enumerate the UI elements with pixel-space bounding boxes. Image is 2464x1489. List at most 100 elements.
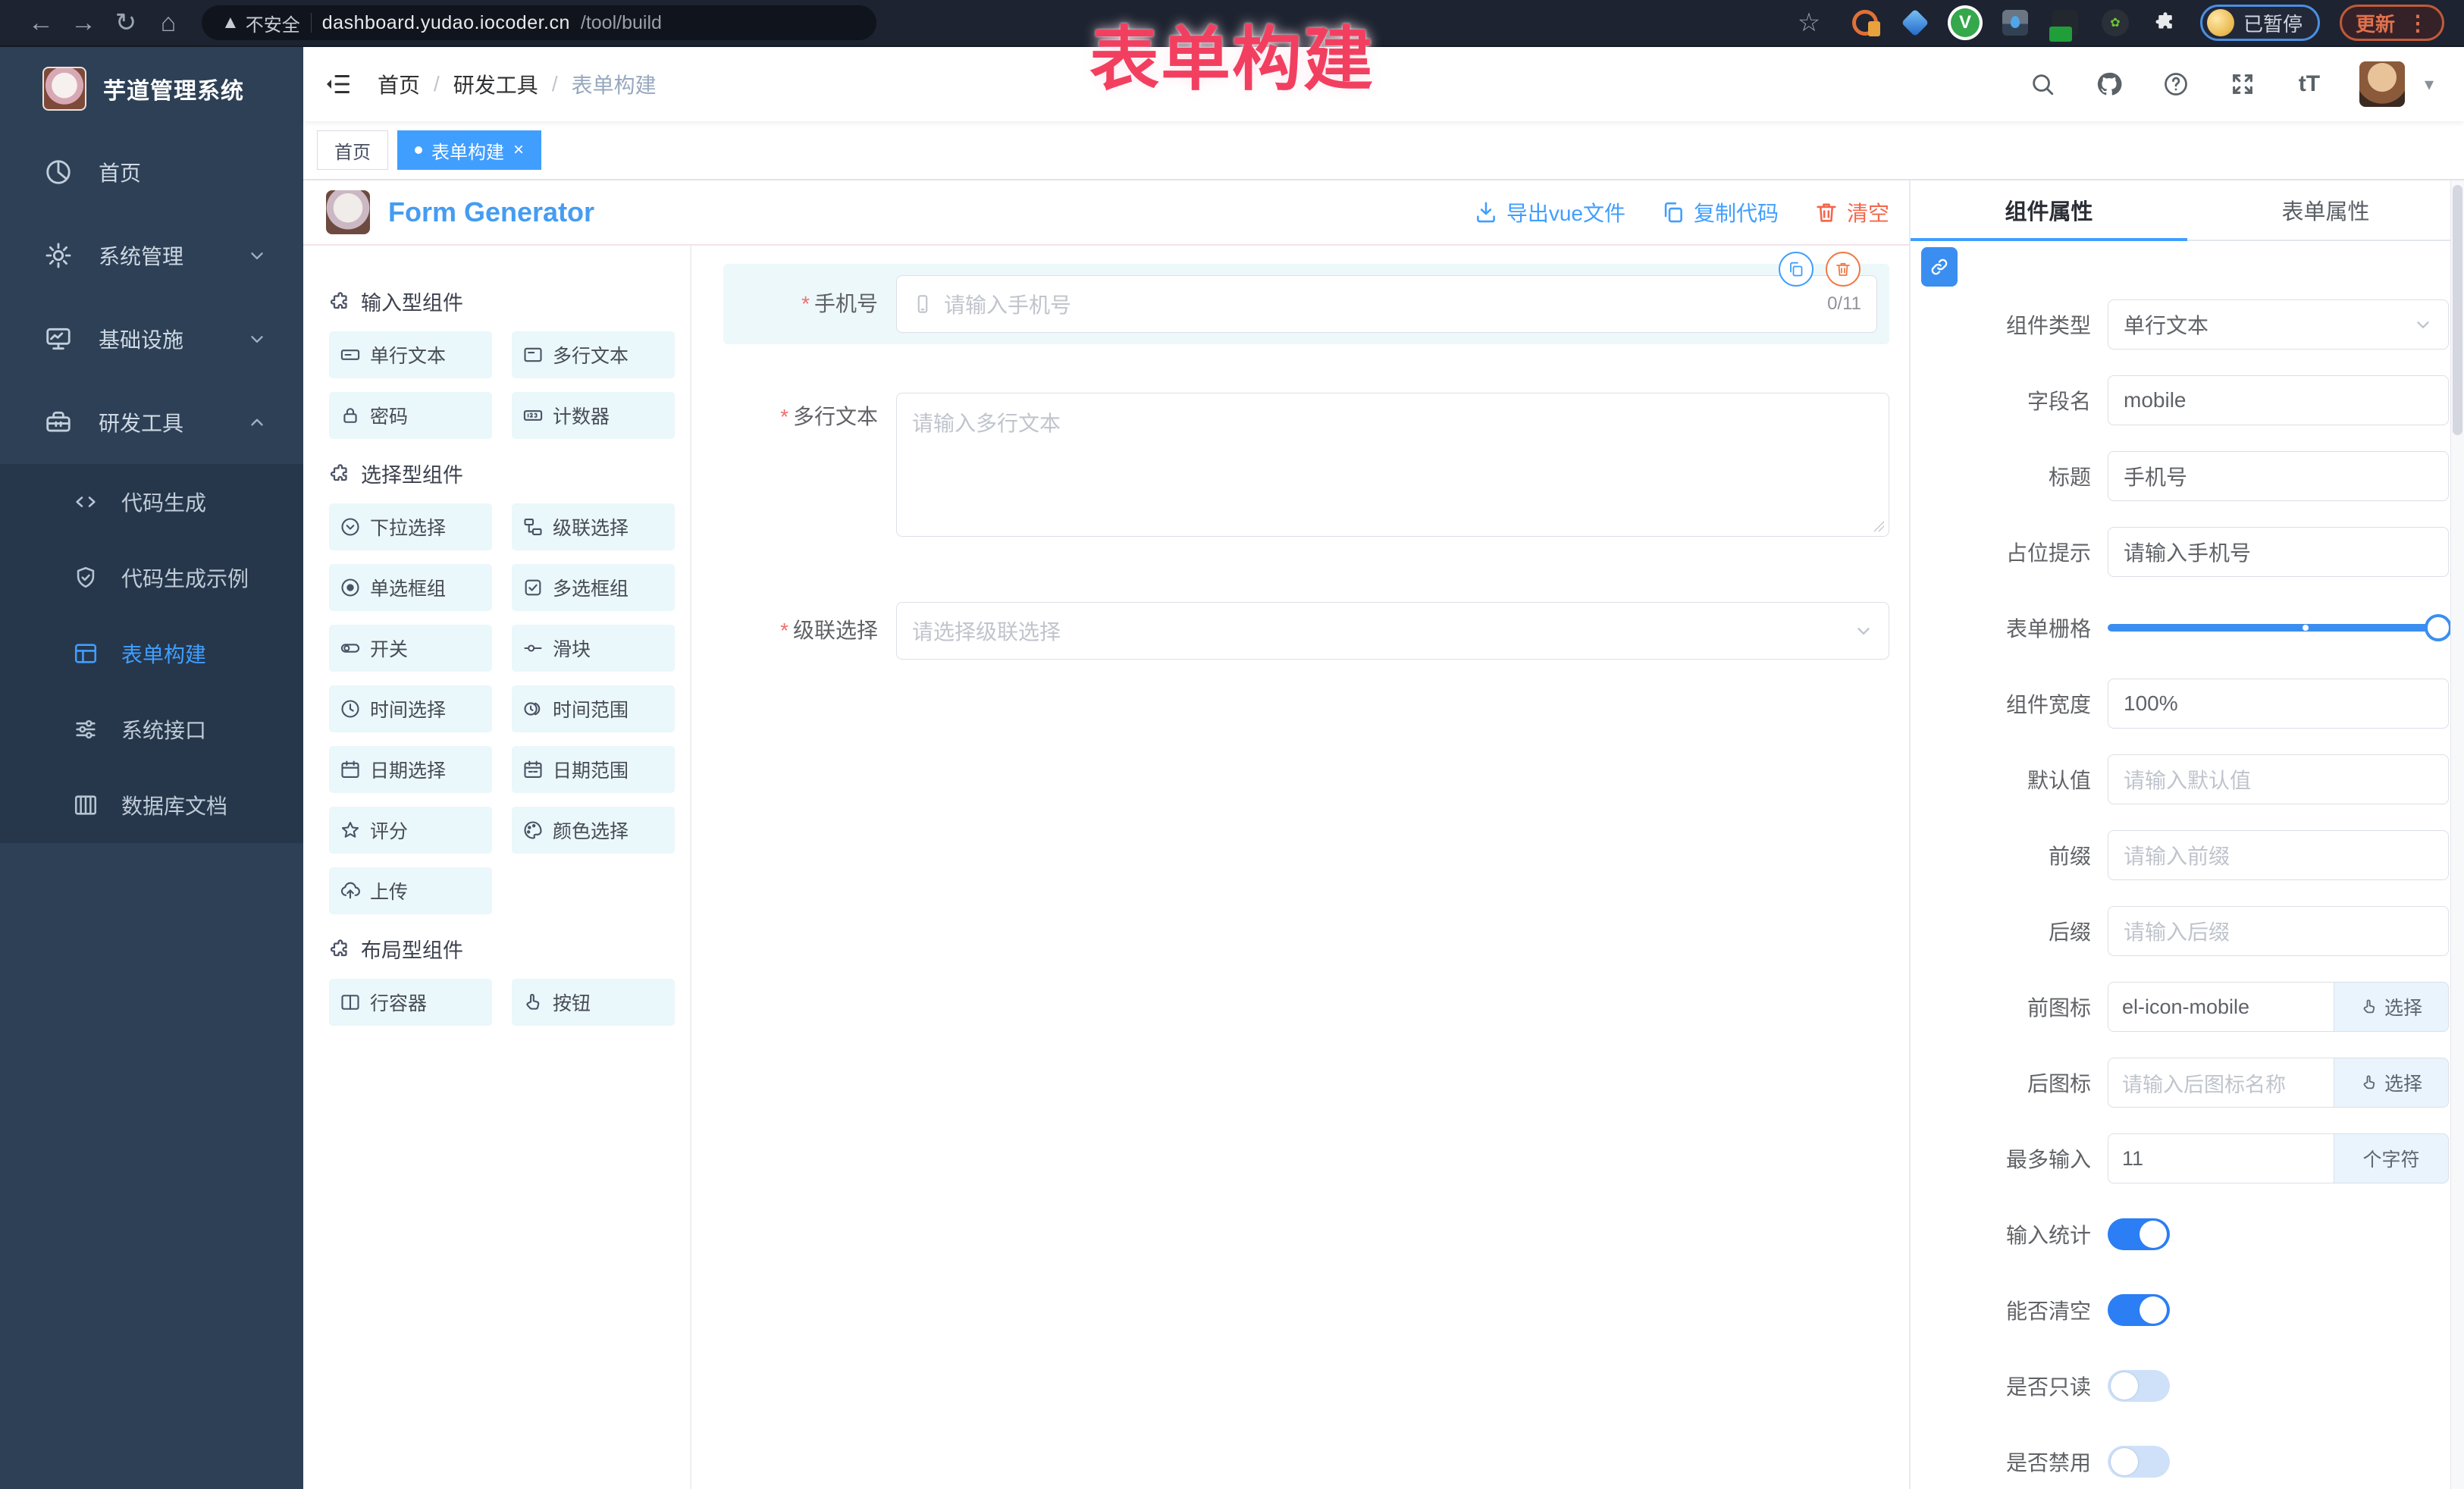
component-chip-下拉选择[interactable]: 下拉选择 [329,503,492,550]
component-section-label: 选择型组件 [361,459,463,488]
property-input[interactable]: 请输入前缀 [2108,830,2449,880]
bookmark-star-icon[interactable]: ☆ [1788,5,1830,41]
scrollbar[interactable] [2450,180,2464,1489]
component-type-select[interactable]: 单行文本 [2108,299,2449,350]
component-chip-日期范围[interactable]: 日期范围 [512,746,675,793]
tab-form-props[interactable]: 表单属性 [2187,180,2464,240]
textarea-input[interactable]: 请输入多行文本 [896,393,1889,537]
extension-orange-icon[interactable] [1850,8,1880,38]
property-input[interactable]: 手机号 [2108,451,2449,501]
font-size-icon[interactable]: tT [2293,67,2326,101]
sidebar-subitem-表单构建[interactable]: 表单构建 [0,616,303,691]
component-chip-单选框组[interactable]: 单选框组 [329,564,492,611]
append-button[interactable]: 选择 [2334,982,2449,1032]
fullscreen-icon[interactable] [2226,67,2259,101]
sidebar-item-2[interactable]: 基础设施 [0,297,303,381]
page-tab-0[interactable]: 首页 [317,130,388,170]
component-chip-时间选择[interactable]: 时间选择 [329,685,492,732]
delete-field-button[interactable] [1826,252,1861,287]
copy-field-button[interactable] [1779,252,1814,287]
collapse-menu-icon[interactable] [323,69,356,99]
property-input[interactable]: 请输入手机号 [2108,527,2449,577]
property-input[interactable]: 请输入后图标名称 [2108,1058,2334,1108]
property-input[interactable]: mobile [2108,375,2449,425]
append-button[interactable]: 个字符 [2334,1133,2449,1183]
breadcrumb-item-0[interactable]: 首页 [378,69,420,99]
component-chip-评分[interactable]: 评分 [329,807,492,854]
property-input[interactable]: el-icon-mobile [2108,982,2334,1032]
component-chip-滑块[interactable]: 滑块 [512,625,675,672]
tab-component-props[interactable]: 组件属性 [1911,180,2187,240]
component-chip-日期选择[interactable]: 日期选择 [329,746,492,793]
update-button[interactable]: 更新 ⋮ [2340,5,2444,41]
extension-green-v-icon[interactable]: V [1950,8,1980,38]
component-chip-单行文本[interactable]: 单行文本 [329,331,492,378]
component-chip-行容器[interactable]: 行容器 [329,979,492,1026]
component-chip-级联选择[interactable]: 级联选择 [512,503,675,550]
extensions-puzzle-icon[interactable] [2150,8,2180,38]
canvas-field-0[interactable]: *手机号请输入手机号0/11 [723,264,1889,344]
sidebar-item-3[interactable]: 研发工具 [0,381,303,464]
component-chip-计数器[interactable]: 计数器 [512,392,675,439]
link-icon[interactable] [1921,247,1958,287]
mobile-input[interactable]: 请输入手机号0/11 [896,275,1877,333]
generator-action-2[interactable]: 清空 [1814,197,1889,227]
scrollbar-thumb[interactable] [2453,185,2462,435]
component-chip-颜色选择[interactable]: 颜色选择 [512,807,675,854]
address-bar[interactable]: ▲ 不安全 dashboard.yudao.iocoder.cn/tool/bu… [202,5,876,40]
component-chip-多选框组[interactable]: 多选框组 [512,564,675,611]
property-input[interactable]: 请输入后缀 [2108,906,2449,956]
search-icon[interactable] [2026,67,2059,101]
generator-action-1[interactable]: 复制代码 [1660,197,1779,227]
form-grid-slider[interactable] [2108,613,2449,642]
breadcrumb-item-1[interactable]: 研发工具 [453,69,538,99]
sidebar-subitem-代码生成示例[interactable]: 代码生成示例 [0,540,303,616]
page-tab-1[interactable]: 表单构建× [397,130,541,170]
home-icon[interactable]: ⌂ [147,5,190,41]
property-input[interactable]: 请输入默认值 [2108,754,2449,804]
back-icon[interactable]: ← [20,5,62,41]
github-icon[interactable] [2093,67,2126,101]
component-chip-密码[interactable]: 密码 [329,392,492,439]
component-chip-按钮[interactable]: 按钮 [512,979,675,1026]
breadcrumb-item-2[interactable]: 表单构建 [572,69,657,99]
component-chip-开关[interactable]: 开关 [329,625,492,672]
sidebar-subitem-数据库文档[interactable]: 数据库文档 [0,767,303,843]
not-secure-warning[interactable]: ▲ 不安全 [221,10,300,36]
sidebar-item-1[interactable]: 系统管理 [0,214,303,297]
sidebar-item-0[interactable]: 首页 [0,130,303,214]
forward-icon[interactable]: → [62,5,105,41]
switch-是否只读[interactable] [2108,1370,2170,1402]
switch-输入统计[interactable] [2108,1218,2170,1250]
switch-是否禁用[interactable] [2108,1446,2170,1478]
generator-title[interactable]: Form Generator [388,196,594,228]
sidebar-subitem-代码生成[interactable]: 代码生成 [0,464,303,540]
extension-gem-icon[interactable] [1900,8,1930,38]
profile-paused-badge[interactable]: 已暂停 [2200,5,2320,41]
menu-dots-icon[interactable]: ⋮ [2407,11,2428,36]
component-chip-多行文本[interactable]: 多行文本 [512,331,675,378]
app-logo-row[interactable]: 芋道管理系统 [0,47,303,130]
generator-action-0[interactable]: 导出vue文件 [1473,197,1625,227]
property-input[interactable]: 11 [2108,1133,2334,1183]
reload-icon[interactable]: ↻ [105,5,147,41]
canvas-field-1[interactable]: *多行文本请输入多行文本 [723,393,1889,537]
sidebar-subitem-系统接口[interactable]: 系统接口 [0,691,303,767]
chevron-down-icon[interactable]: ▾ [2425,74,2434,96]
switch-能否清空[interactable] [2108,1294,2170,1326]
tab-close-icon[interactable]: × [513,139,524,161]
canvas-field-2[interactable]: *级联选择请选择级联选择 [723,602,1889,660]
user-avatar[interactable] [2359,61,2405,107]
cascader-input[interactable]: 请选择级联选择 [896,602,1889,660]
extension-bit-icon[interactable] [2050,8,2080,38]
component-chip-时间范围[interactable]: 时间范围 [512,685,675,732]
chevron-down-icon[interactable] [2413,315,2433,334]
chevron-down-icon[interactable] [1854,621,1873,641]
property-input[interactable]: 100% [2108,679,2449,729]
slider-handle[interactable] [2425,614,2452,641]
append-button[interactable]: 选择 [2334,1058,2449,1108]
extension-plant-icon[interactable]: ✿ [2100,8,2130,38]
help-icon[interactable] [2159,67,2193,101]
extension-gray-icon[interactable] [2000,8,2030,38]
component-chip-上传[interactable]: 上传 [329,867,492,914]
